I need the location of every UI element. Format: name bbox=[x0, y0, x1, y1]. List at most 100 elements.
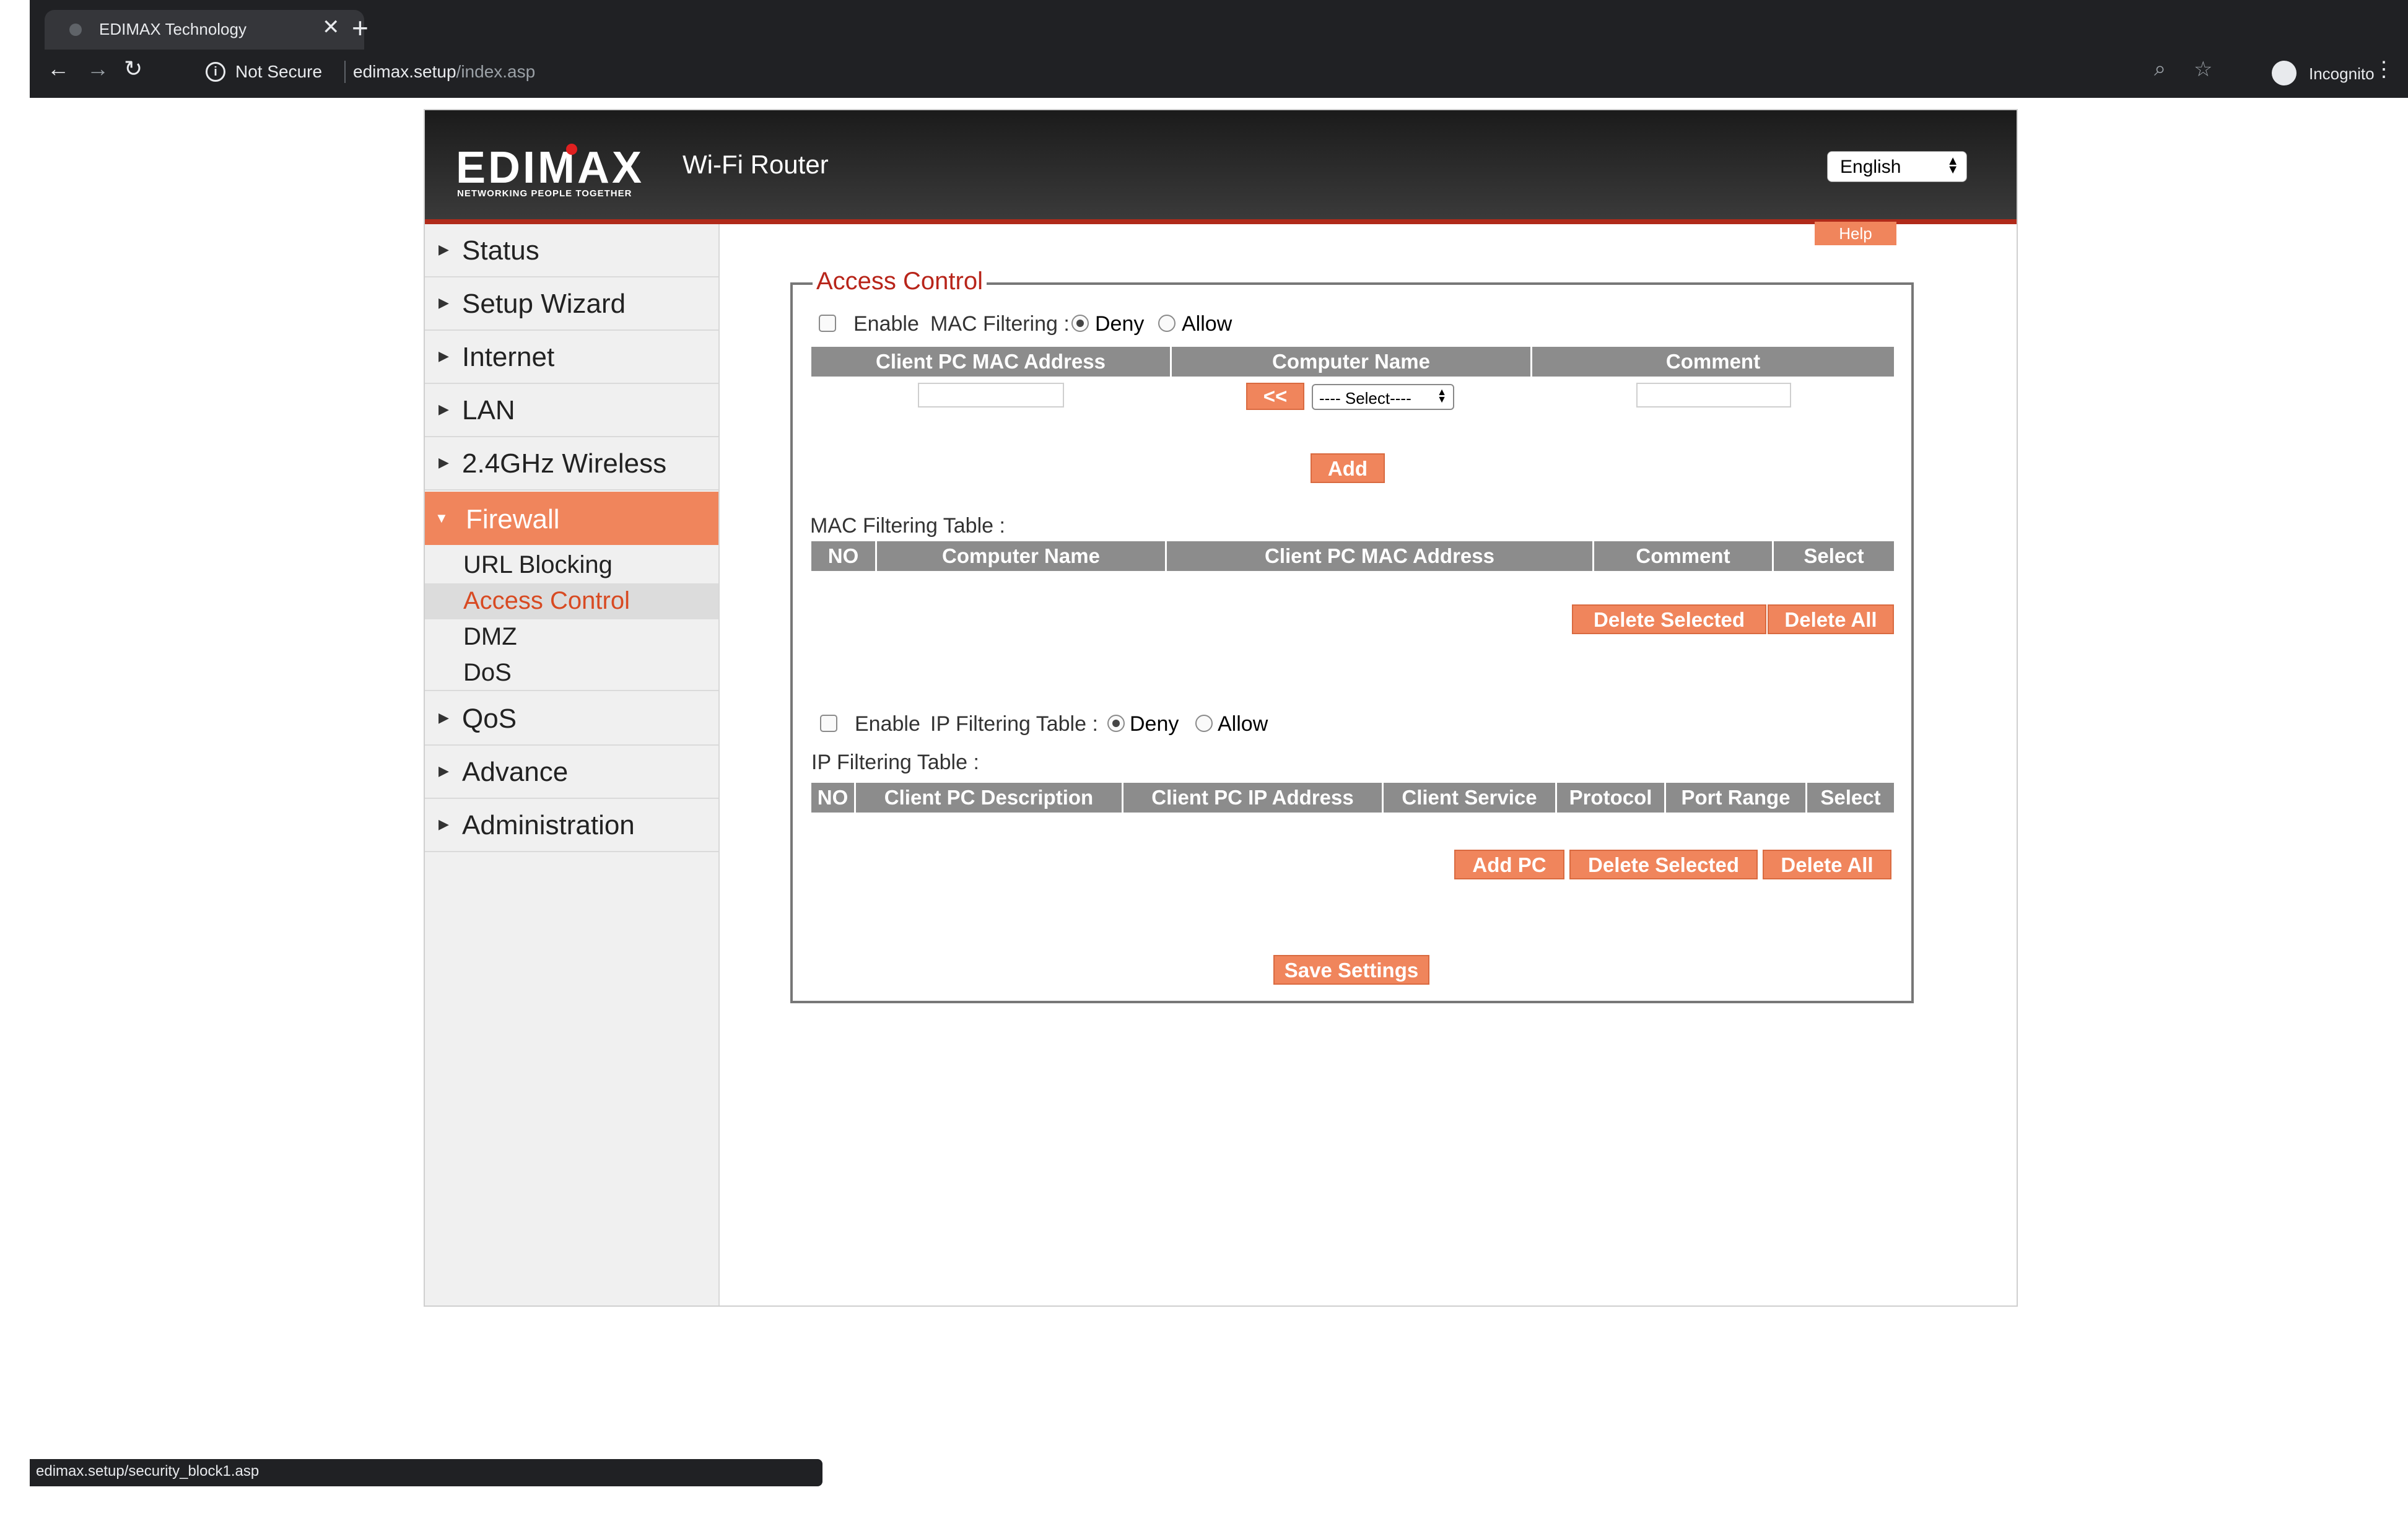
info-icon[interactable]: i bbox=[206, 62, 225, 82]
sidebar-item-administration[interactable]: ▶ Administration bbox=[425, 799, 718, 852]
sidebar-item-label: LAN bbox=[462, 395, 515, 425]
column-header: Port Range bbox=[1666, 783, 1807, 813]
new-tab-icon[interactable]: + bbox=[352, 11, 369, 45]
url-path: /index.asp bbox=[456, 62, 536, 81]
sidebar-item-advance[interactable]: ▶ Advance bbox=[425, 746, 718, 799]
sidebar-subitem-dmz[interactable]: DMZ bbox=[425, 619, 718, 655]
column-header: Client PC MAC Address bbox=[811, 347, 1172, 377]
logo-wordmark: EDIMAX bbox=[456, 143, 645, 193]
router-page: EDIMAX NETWORKING PEOPLE TOGETHER Wi-Fi … bbox=[424, 109, 2018, 1307]
sidebar-item-wireless[interactable]: ▶ 2.4GHz Wireless bbox=[425, 437, 718, 490]
copy-computer-name-button[interactable]: << bbox=[1246, 383, 1304, 410]
column-header: Client PC MAC Address bbox=[1167, 541, 1594, 571]
column-header: Protocol bbox=[1557, 783, 1666, 813]
tab-close-icon[interactable]: ✕ bbox=[322, 15, 340, 40]
sidebar-item-label: Status bbox=[462, 235, 539, 266]
reload-icon[interactable]: ↻ bbox=[124, 56, 142, 82]
sidebar-item-label: Internet bbox=[462, 342, 555, 372]
column-header: NO bbox=[811, 541, 877, 571]
sidebar-item-lan[interactable]: ▶ LAN bbox=[425, 384, 718, 437]
page-header: EDIMAX NETWORKING PEOPLE TOGETHER Wi-Fi … bbox=[425, 110, 2017, 224]
column-header: Select bbox=[1820, 786, 1881, 809]
edimax-logo: EDIMAX NETWORKING PEOPLE TOGETHER bbox=[456, 142, 660, 199]
forward-arrow-icon[interactable]: → bbox=[87, 56, 109, 82]
ip-allow-label: Allow bbox=[1218, 712, 1268, 736]
sidebar-subitem-label: DoS bbox=[463, 659, 512, 686]
sidebar-item-status[interactable]: ▶ Status bbox=[425, 224, 718, 277]
url-text[interactable]: edimax.setup/index.asp bbox=[353, 62, 535, 82]
column-header: Client PC IP Address bbox=[1123, 783, 1384, 813]
back-arrow-icon[interactable]: ← bbox=[47, 56, 69, 82]
mac-delete-selected-button[interactable]: Delete Selected bbox=[1572, 604, 1766, 634]
add-pc-button[interactable]: Add PC bbox=[1454, 850, 1564, 879]
column-header: Computer Name bbox=[877, 541, 1167, 571]
mac-input-header: Client PC MAC Address Computer Name Comm… bbox=[811, 347, 1894, 377]
menu-kebab-icon[interactable]: ⋮ bbox=[2373, 57, 2394, 82]
column-header: Comment bbox=[1594, 541, 1774, 571]
mac-allow-radio[interactable] bbox=[1158, 315, 1176, 332]
mac-table-header: NO Computer Name Client PC MAC Address C… bbox=[811, 541, 1894, 571]
column-header: Comment bbox=[1665, 350, 1761, 373]
column-header: Select bbox=[1804, 544, 1864, 567]
collapse-triangle-icon: ▼ bbox=[435, 510, 448, 526]
expand-triangle-icon: ▶ bbox=[438, 816, 449, 832]
mac-table-label: MAC Filtering Table : bbox=[810, 514, 1005, 538]
language-select[interactable]: English ▲ ▼ bbox=[1827, 151, 1967, 182]
mac-delete-all-button[interactable]: Delete All bbox=[1768, 604, 1894, 634]
mac-allow-label: Allow bbox=[1182, 312, 1232, 336]
sidebar-item-label: Setup Wizard bbox=[462, 289, 626, 319]
sidebar-subitem-access-control[interactable]: Access Control bbox=[425, 583, 718, 619]
ip-enable-label: Enable bbox=[855, 712, 920, 736]
sidebar-item-label: Firewall bbox=[466, 504, 560, 534]
url-host: edimax.setup bbox=[353, 62, 456, 81]
sidebar-item-label: Administration bbox=[462, 810, 635, 840]
browser-tab[interactable]: EDIMAX Technology ✕ bbox=[45, 10, 364, 50]
select-arrows-icon: ▲ ▼ bbox=[1437, 387, 1447, 405]
mac-filter-enable-checkbox[interactable] bbox=[819, 315, 836, 332]
ip-filter-enable-checkbox[interactable] bbox=[820, 715, 837, 732]
product-title: Wi-Fi Router bbox=[683, 150, 829, 179]
zoom-icon[interactable]: ⌕ bbox=[2154, 57, 2166, 81]
expand-triangle-icon: ▶ bbox=[438, 401, 449, 417]
bookmark-star-icon[interactable]: ☆ bbox=[2194, 57, 2212, 82]
sidebar-item-label: QoS bbox=[462, 704, 517, 734]
sidebar-subitem-label: URL Blocking bbox=[463, 551, 613, 578]
browser-chrome: EDIMAX Technology ✕ + ← → ↻ i Not Secure… bbox=[30, 0, 2408, 98]
sidebar-item-firewall[interactable]: ▼ Firewall bbox=[425, 492, 718, 545]
ip-allow-radio[interactable] bbox=[1195, 715, 1213, 732]
language-value: English bbox=[1840, 157, 1901, 177]
ip-table-header: NO Client PC Description Client PC IP Ad… bbox=[811, 783, 1894, 813]
panel-title: Access Control bbox=[813, 268, 987, 295]
browser-status-bar: edimax.setup/security_block1.asp bbox=[30, 1459, 822, 1486]
ip-deny-radio[interactable] bbox=[1107, 715, 1125, 732]
column-header: NO bbox=[811, 783, 856, 813]
mac-deny-label: Deny bbox=[1095, 312, 1145, 336]
computer-name-select-value: ---- Select---- bbox=[1319, 389, 1411, 407]
sidebar: ▶ Status ▶ Setup Wizard ▶ Internet ▶ LAN… bbox=[425, 224, 720, 1305]
sidebar-item-internet[interactable]: ▶ Internet bbox=[425, 331, 718, 384]
sidebar-item-label: 2.4GHz Wireless bbox=[462, 448, 667, 479]
expand-triangle-icon: ▶ bbox=[438, 710, 449, 725]
expand-triangle-icon: ▶ bbox=[438, 763, 449, 778]
sidebar-subitem-url-blocking[interactable]: URL Blocking bbox=[425, 547, 718, 583]
help-button[interactable]: Help bbox=[1815, 222, 1896, 245]
mac-comment-input[interactable] bbox=[1636, 383, 1791, 407]
address-bar[interactable]: i Not Secure edimax.setup/index.asp bbox=[168, 59, 2225, 92]
save-settings-button[interactable]: Save Settings bbox=[1273, 955, 1429, 985]
ip-delete-selected-button[interactable]: Delete Selected bbox=[1569, 850, 1758, 879]
logo-tagline: NETWORKING PEOPLE TOGETHER bbox=[457, 188, 632, 199]
mac-address-input[interactable] bbox=[918, 383, 1064, 407]
computer-name-select[interactable]: ---- Select---- ▲ ▼ bbox=[1312, 384, 1454, 410]
add-mac-button[interactable]: Add bbox=[1311, 453, 1385, 483]
expand-triangle-icon: ▶ bbox=[438, 295, 449, 310]
sidebar-subitem-dos[interactable]: DoS bbox=[425, 655, 718, 691]
select-arrows-icon: ▲ ▼ bbox=[1947, 154, 1959, 177]
sidebar-item-qos[interactable]: ▶ QoS bbox=[425, 692, 718, 746]
column-header: Client PC Description bbox=[856, 783, 1123, 813]
ip-filtering-label: IP Filtering Table : bbox=[930, 712, 1098, 736]
ip-delete-all-button[interactable]: Delete All bbox=[1763, 850, 1891, 879]
incognito-icon[interactable] bbox=[2272, 61, 2297, 85]
mac-deny-radio[interactable] bbox=[1071, 315, 1089, 332]
sidebar-item-setup-wizard[interactable]: ▶ Setup Wizard bbox=[425, 277, 718, 331]
mac-filtering-label: MAC Filtering : bbox=[930, 312, 1070, 336]
